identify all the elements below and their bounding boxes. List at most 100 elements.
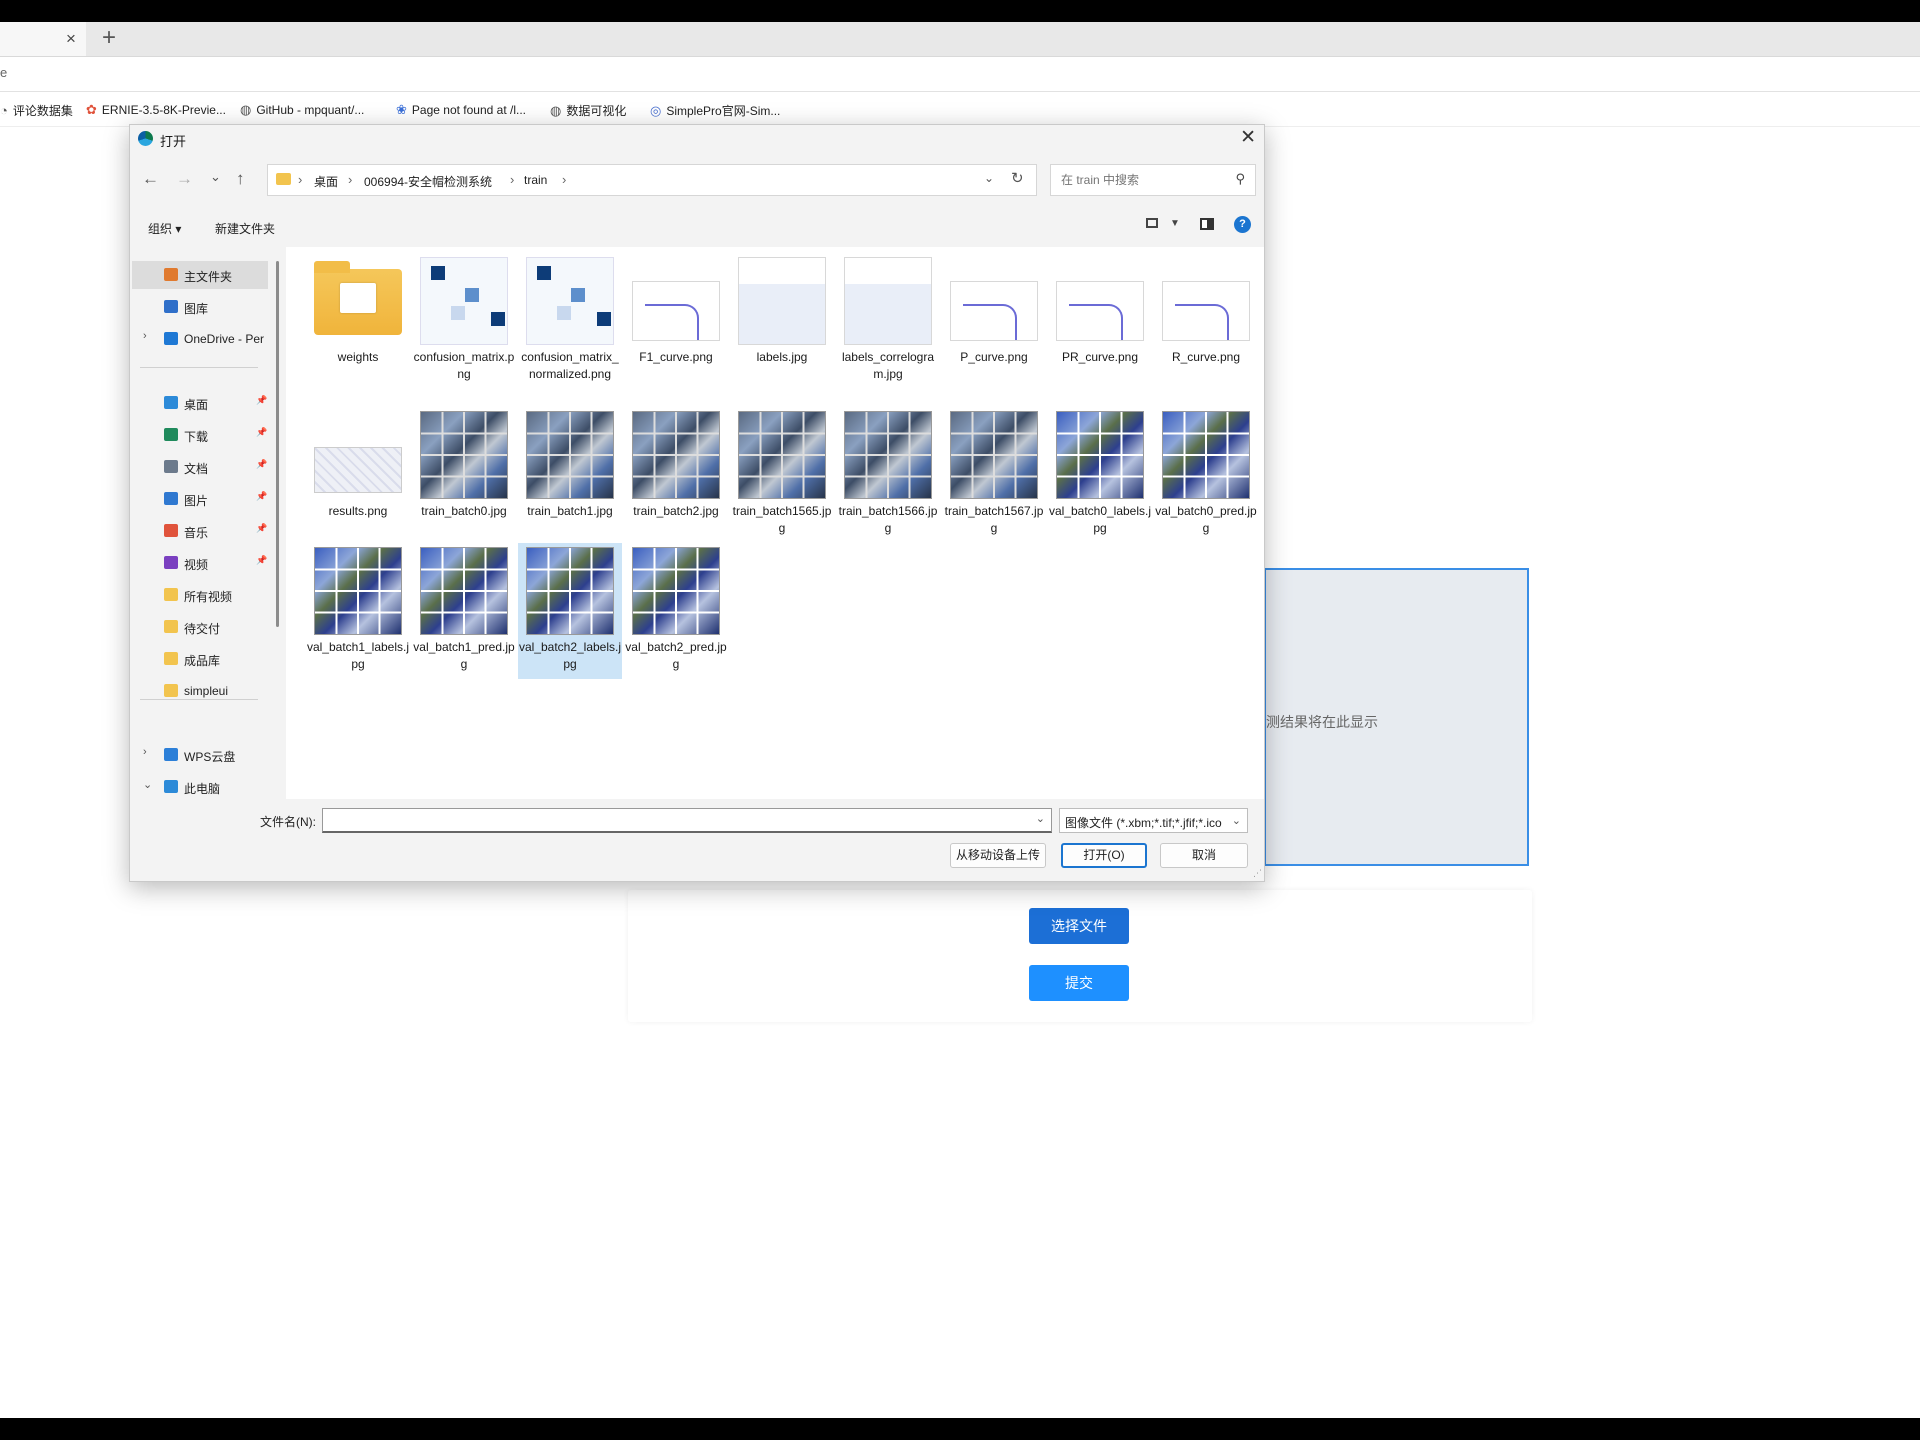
view-mode-icon[interactable]	[1146, 218, 1158, 228]
file-name: results.png	[328, 504, 388, 518]
matrix-cell	[491, 312, 505, 326]
sidebar-item[interactable]: › OneDrive - Per	[132, 325, 268, 353]
navigation-pane-scrollbar[interactable]	[276, 261, 279, 627]
file-item[interactable]: PR_curve.png	[1048, 253, 1152, 389]
file-item[interactable]: confusion_matrix_normalized.png	[518, 253, 622, 389]
cancel-button[interactable]: 取消	[1160, 843, 1248, 868]
breadcrumb-item-project[interactable]: 006994-安全帽检测系统	[364, 173, 492, 190]
simplepro-icon: ◎	[650, 103, 662, 118]
search-box[interactable]: ⚲	[1050, 164, 1256, 196]
breadcrumb[interactable]: › 桌面 › 006994-安全帽检测系统 › train › ⌄ ↻	[267, 164, 1037, 196]
file-item[interactable]: val_batch0_labels.jpg	[1048, 407, 1152, 543]
bookmark-item[interactable]: ◔ 评论数据集	[0, 102, 73, 119]
back-arrow-icon[interactable]: ←	[142, 169, 159, 189]
breadcrumb-item-train[interactable]: train	[524, 173, 547, 187]
chevron-down-icon[interactable]: ▼	[1170, 218, 1180, 229]
bookmark-item[interactable]: ◍ 数据可视化	[550, 102, 626, 119]
file-item[interactable]: F1_curve.png	[624, 253, 728, 389]
sidebar-item[interactable]: 桌面 📌	[132, 389, 268, 417]
sidebar-item[interactable]: 下载 📌	[132, 421, 268, 449]
recent-locations-chevron-icon[interactable]: ⌄	[210, 169, 221, 185]
chevron-down-icon[interactable]: ⌄	[1036, 812, 1045, 825]
home-icon	[164, 268, 178, 281]
file-item[interactable]: train_batch1567.jpg	[942, 407, 1046, 543]
sidebar-item[interactable]: simpleui	[132, 677, 268, 705]
filename-combobox[interactable]: ⌄	[322, 808, 1052, 833]
file-item[interactable]: results.png	[306, 407, 410, 543]
address-bar[interactable]: e	[0, 57, 1920, 92]
pin-icon[interactable]: 📌	[256, 523, 267, 534]
file-item[interactable]: train_batch1566.jpg	[836, 407, 940, 543]
breadcrumb-separator: ›	[510, 172, 515, 187]
up-arrow-icon[interactable]: ↑	[236, 169, 245, 189]
file-item[interactable]: val_batch0_pred.jpg	[1154, 407, 1258, 543]
close-icon[interactable]: ✕	[1240, 126, 1256, 149]
new-tab-icon[interactable]: +	[102, 24, 116, 52]
file-item[interactable]: confusion_matrix.png	[412, 253, 516, 389]
file-item[interactable]: val_batch2_labels.jpg	[518, 543, 622, 679]
bookmark-item[interactable]: ◍ GitHub - mpquant/...	[240, 102, 364, 118]
refresh-icon[interactable]: ↻	[1011, 169, 1024, 187]
sidebar-item[interactable]: 视频 📌	[132, 549, 268, 577]
chevron-icon[interactable]: ⌄	[143, 778, 152, 791]
browser-tab[interactable]: ×	[0, 22, 86, 56]
chevron-icon[interactable]: ›	[143, 746, 147, 758]
search-input[interactable]	[1059, 172, 1223, 188]
file-item[interactable]: weights	[306, 253, 410, 389]
open-button[interactable]: 打开(O)	[1061, 843, 1147, 868]
file-item[interactable]: labels_correlogram.jpg	[836, 253, 940, 389]
sidebar-item-label: 所有视频	[184, 590, 233, 604]
sidebar-item[interactable]: 音乐 📌	[132, 517, 268, 545]
choose-file-button[interactable]: 选择文件	[1029, 908, 1129, 944]
filetype-select[interactable]: 图像文件 (*.xbm;*.tif;*.jfif;*.ico ⌄	[1059, 808, 1248, 833]
preview-pane-icon[interactable]	[1200, 218, 1214, 230]
sidebar-item[interactable]: 图库	[132, 293, 268, 321]
bookmark-item[interactable]: ◎ SimplePro官网-Sim...	[650, 102, 780, 119]
sidebar-item[interactable]: 图片 📌	[132, 485, 268, 513]
pin-icon[interactable]: 📌	[256, 491, 267, 502]
search-icon[interactable]: ⚲	[1235, 171, 1245, 187]
pin-icon[interactable]: 📌	[256, 555, 267, 566]
forward-arrow-icon[interactable]: →	[176, 169, 193, 189]
organize-button[interactable]: 组织 ▾	[148, 220, 181, 237]
navigation-row: ← → ⌄ ↑ › 桌面 › 006994-安全帽检测系统 › train › …	[130, 163, 1264, 201]
sidebar-item[interactable]: › WPS云盘	[132, 741, 268, 769]
pin-icon[interactable]: 📌	[256, 459, 267, 470]
sidebar-item[interactable]: 主文件夹	[132, 261, 268, 289]
sidebar-item[interactable]: 成品库	[132, 645, 268, 673]
file-name: val_batch0_pred.jpg	[1155, 504, 1257, 535]
bookmark-item[interactable]: ❀ Page not found at /l...	[396, 102, 526, 118]
chevron-down-icon[interactable]: ⌄	[984, 171, 994, 185]
sidebar-item[interactable]: 文档 📌	[132, 453, 268, 481]
result-placeholder: 测结果将在此显示	[1266, 714, 1378, 730]
sidebar-item[interactable]: 待交付	[132, 613, 268, 641]
file-item[interactable]: val_batch1_pred.jpg	[412, 543, 516, 679]
file-item[interactable]: P_curve.png	[942, 253, 1046, 389]
sidebar-item[interactable]: 所有视频	[132, 581, 268, 609]
file-item[interactable]: val_batch2_pred.jpg	[624, 543, 728, 679]
help-icon[interactable]: ?	[1234, 216, 1251, 233]
address-text[interactable]: e	[0, 65, 7, 80]
file-item[interactable]: train_batch2.jpg	[624, 407, 728, 543]
pin-icon[interactable]: 📌	[256, 395, 267, 406]
resize-grip-icon[interactable]: ⋰	[1253, 868, 1262, 879]
chevron-icon[interactable]: ›	[143, 330, 147, 342]
sidebar-item[interactable]: ⌄ 此电脑	[132, 773, 268, 801]
file-item[interactable]: labels.jpg	[730, 253, 834, 389]
bookmark-item[interactable]: ✿ ERNIE-3.5-8K-Previe...	[86, 102, 226, 118]
image-mosaic-thumbnail	[420, 411, 508, 499]
breadcrumb-item-desktop[interactable]: 桌面	[314, 173, 338, 190]
tab-close-icon[interactable]: ×	[66, 29, 76, 49]
file-item[interactable]: R_curve.png	[1154, 253, 1258, 389]
new-folder-button[interactable]: 新建文件夹	[215, 220, 275, 237]
upload-from-mobile-button[interactable]: 从移动设备上传	[950, 843, 1046, 868]
file-item[interactable]: train_batch1565.jpg	[730, 407, 834, 543]
pin-icon[interactable]: 📌	[256, 427, 267, 438]
chevron-down-icon[interactable]: ⌄	[1232, 814, 1241, 827]
file-item[interactable]: train_batch0.jpg	[412, 407, 516, 543]
filename-input[interactable]	[327, 812, 1011, 828]
screen-bottom-bar	[0, 1418, 1920, 1440]
file-item[interactable]: train_batch1.jpg	[518, 407, 622, 543]
file-item[interactable]: val_batch1_labels.jpg	[306, 543, 410, 679]
submit-button[interactable]: 提交	[1029, 965, 1129, 1001]
